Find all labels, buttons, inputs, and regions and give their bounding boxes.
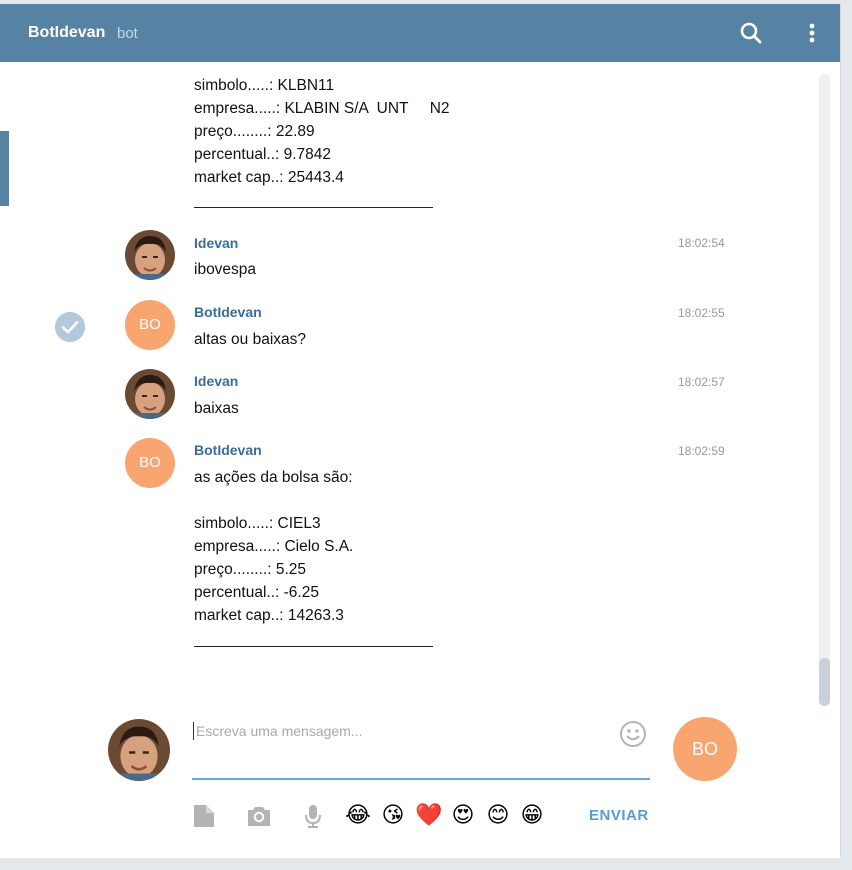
message-line: as ações da bolsa são: xyxy=(194,469,353,486)
message-line: market cap..: 25443.4 xyxy=(194,169,344,186)
file-icon[interactable] xyxy=(191,803,217,829)
user-avatar[interactable] xyxy=(125,369,175,419)
message-line: preço........: 5.25 xyxy=(194,561,307,578)
message-time: 18:02:55 xyxy=(678,306,725,320)
check-circle-icon[interactable] xyxy=(55,312,85,342)
emoji-heart-eyes[interactable]: 😍 xyxy=(450,803,476,829)
separator-line xyxy=(194,646,433,647)
message-line: percentual..: 9.7842 xyxy=(194,146,332,163)
chat-header: BotIdevan bot xyxy=(0,4,840,62)
search-icon[interactable] xyxy=(738,20,764,46)
message-text: altas ou baixas? xyxy=(194,331,307,348)
message-text: baixas xyxy=(194,400,239,417)
emoji-kiss[interactable]: 😘 xyxy=(380,803,406,829)
message-line: simbolo.....: KLBN11 xyxy=(194,77,335,94)
emoji-grin[interactable]: 😁 xyxy=(519,803,545,829)
smiley-icon[interactable] xyxy=(619,720,647,748)
message-input[interactable] xyxy=(194,718,608,744)
user-avatar[interactable] xyxy=(125,230,175,280)
microphone-icon[interactable] xyxy=(300,803,326,829)
left-accent-bar xyxy=(0,131,9,206)
message-line: simbolo.....: CIEL3 xyxy=(194,515,321,532)
message-time: 18:02:54 xyxy=(678,236,725,250)
chat-subtitle: bot xyxy=(117,25,138,42)
user-avatar-image xyxy=(125,230,175,280)
emoji-heart[interactable]: ❤️ xyxy=(415,803,442,829)
my-avatar-image xyxy=(108,719,170,781)
message-author[interactable]: BotIdevan xyxy=(194,442,262,458)
message-author[interactable]: BotIdevan xyxy=(194,304,262,320)
message-line: empresa.....: Cielo S.A. xyxy=(194,538,354,555)
camera-icon[interactable] xyxy=(246,803,272,829)
emoji-smile[interactable]: 😊 xyxy=(485,803,511,829)
user-avatar-image xyxy=(125,369,175,419)
bot-avatar[interactable]: BO xyxy=(125,438,175,488)
input-underline xyxy=(192,778,650,780)
bot-avatar[interactable]: BO xyxy=(125,300,175,350)
my-avatar[interactable] xyxy=(108,719,170,781)
scrollbar-track[interactable] xyxy=(819,74,830,706)
message-time: 18:02:59 xyxy=(678,444,725,458)
peer-avatar[interactable]: BO xyxy=(673,717,737,781)
message-line: preço........: 22.89 xyxy=(194,123,315,140)
message-line: empresa.....: KLABIN S/A UNT N2 xyxy=(194,100,450,117)
scrollbar-thumb[interactable] xyxy=(819,658,830,706)
message-author[interactable]: Idevan xyxy=(194,373,238,389)
chat-window: BotIdevan bot simbolo.....: KLBN11 empre… xyxy=(0,4,841,858)
message-author[interactable]: Idevan xyxy=(194,235,238,251)
separator-line xyxy=(194,207,433,208)
message-time: 18:02:57 xyxy=(678,375,725,389)
message-line: percentual..: -6.25 xyxy=(194,584,319,601)
message-text: ibovespa xyxy=(194,261,257,278)
send-button[interactable]: ENVIAR xyxy=(589,807,649,824)
emoji-joy[interactable]: 😂 xyxy=(345,803,371,829)
chat-title[interactable]: BotIdevan xyxy=(28,24,105,42)
message-line: market cap..: 14263.3 xyxy=(194,607,344,624)
more-vert-icon[interactable] xyxy=(799,20,825,46)
